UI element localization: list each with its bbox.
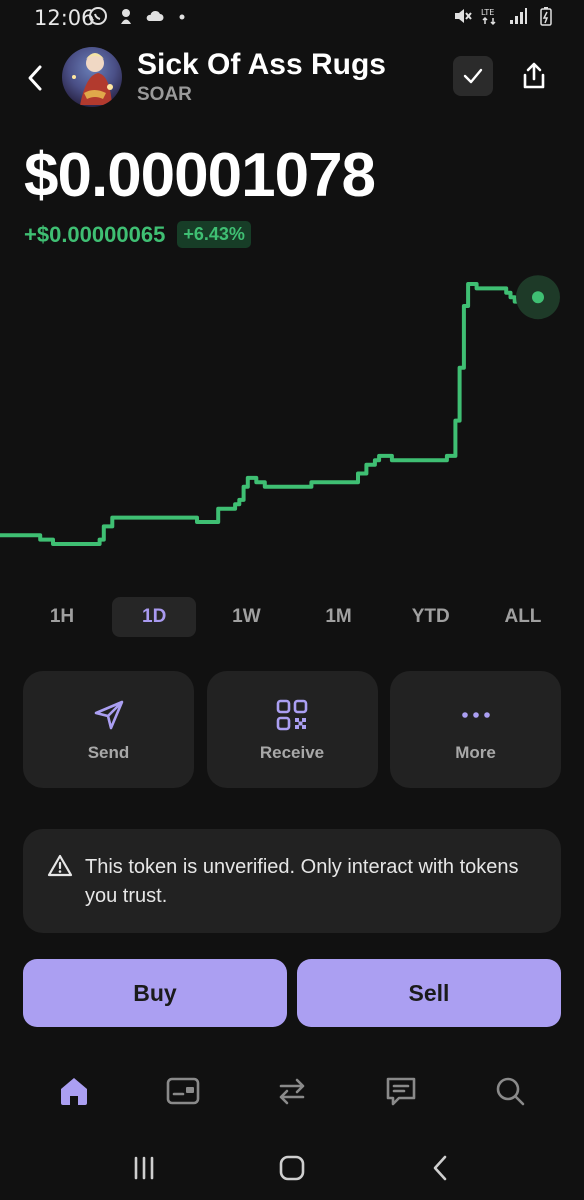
status-time: 12:06 [34, 6, 95, 30]
price-change-row: +$0.00000065 +6.43% [24, 221, 251, 248]
send-label: Send [87, 742, 130, 762]
status-left-icons [88, 6, 192, 26]
more-label: More [455, 742, 496, 762]
chevron-left-icon [28, 65, 42, 91]
price-change-amount: +$0.00000065 [24, 221, 166, 247]
cloud-icon [146, 10, 164, 21]
chat-icon [386, 1077, 416, 1106]
tab-1m[interactable]: 1M [297, 597, 381, 637]
token-price: $0.00001078 [24, 141, 376, 210]
receive-button[interactable]: Receive [206, 671, 378, 788]
back-button[interactable] [18, 58, 52, 98]
home-system-button[interactable] [262, 1143, 322, 1193]
unverified-token-warning: This token is unverified. Only interact … [23, 829, 561, 933]
qr-code-icon [274, 697, 310, 733]
warning-text: This token is unverified. Only interact … [85, 856, 519, 907]
screen: 12:06 LTE Sick Of Ass Rugs SOAR $0.00001… [0, 0, 584, 1200]
tab-1w[interactable]: 1W [204, 597, 288, 637]
tab-1h[interactable]: 1H [20, 597, 104, 637]
receive-label: Receive [259, 742, 325, 762]
trade-buttons: Buy Sell [23, 959, 561, 1027]
sell-button[interactable]: Sell [297, 959, 561, 1027]
nav-home[interactable] [44, 1061, 104, 1121]
dot-icon [179, 14, 185, 20]
time-range-tabs: 1H 1D 1W 1M YTD ALL [20, 597, 565, 639]
nav-swap[interactable] [262, 1061, 322, 1121]
search-icon [496, 1077, 524, 1106]
mute-icon [455, 9, 472, 23]
tab-ytd[interactable]: YTD [389, 597, 473, 637]
lte-icon: LTE [481, 8, 496, 26]
wallet-card-icon [166, 1077, 200, 1105]
price-change-percent-badge: +6.43% [177, 221, 251, 248]
nav-wallet[interactable] [153, 1061, 213, 1121]
send-icon [91, 697, 127, 733]
signal-icon [510, 8, 527, 24]
share-button[interactable] [512, 54, 556, 98]
home-button-icon [279, 1155, 305, 1181]
recents-icon [134, 1156, 154, 1180]
warning-triangle-icon [47, 854, 73, 877]
token-avatar [62, 47, 122, 107]
bottom-navigation [0, 1058, 584, 1124]
whatsapp-icon [89, 7, 107, 25]
status-right-icons: LTE [452, 6, 556, 26]
token-avatar-image [62, 47, 122, 107]
nav-activity[interactable] [371, 1061, 431, 1121]
more-dots-icon [458, 697, 494, 733]
status-bar: 12:06 LTE [0, 0, 584, 36]
recents-button[interactable] [114, 1143, 174, 1193]
battery-icon [540, 7, 552, 26]
swap-icon [279, 1078, 305, 1105]
home-icon [61, 1078, 88, 1105]
alien-icon [121, 9, 131, 24]
share-icon [523, 62, 545, 89]
system-navigation [0, 1136, 584, 1200]
action-cards: Send Receive More [23, 671, 561, 788]
price-chart[interactable] [0, 262, 584, 562]
nav-search[interactable] [480, 1061, 540, 1121]
tab-1d[interactable]: 1D [112, 597, 197, 637]
lte-label: LTE [481, 8, 494, 17]
check-icon [463, 68, 483, 84]
token-header: Sick Of Ass Rugs SOAR [0, 40, 584, 116]
send-button[interactable]: Send [23, 671, 194, 788]
chart-last-point [532, 291, 544, 304]
back-system-button[interactable] [410, 1143, 470, 1193]
token-symbol: SOAR [137, 84, 192, 105]
back-icon [433, 1155, 447, 1181]
buy-button[interactable]: Buy [23, 959, 287, 1027]
token-name: Sick Of Ass Rugs [137, 48, 386, 81]
verify-button[interactable] [453, 56, 493, 96]
tab-all[interactable]: ALL [481, 597, 565, 637]
more-button[interactable]: More [390, 671, 561, 788]
chart-series-line [0, 282, 540, 546]
